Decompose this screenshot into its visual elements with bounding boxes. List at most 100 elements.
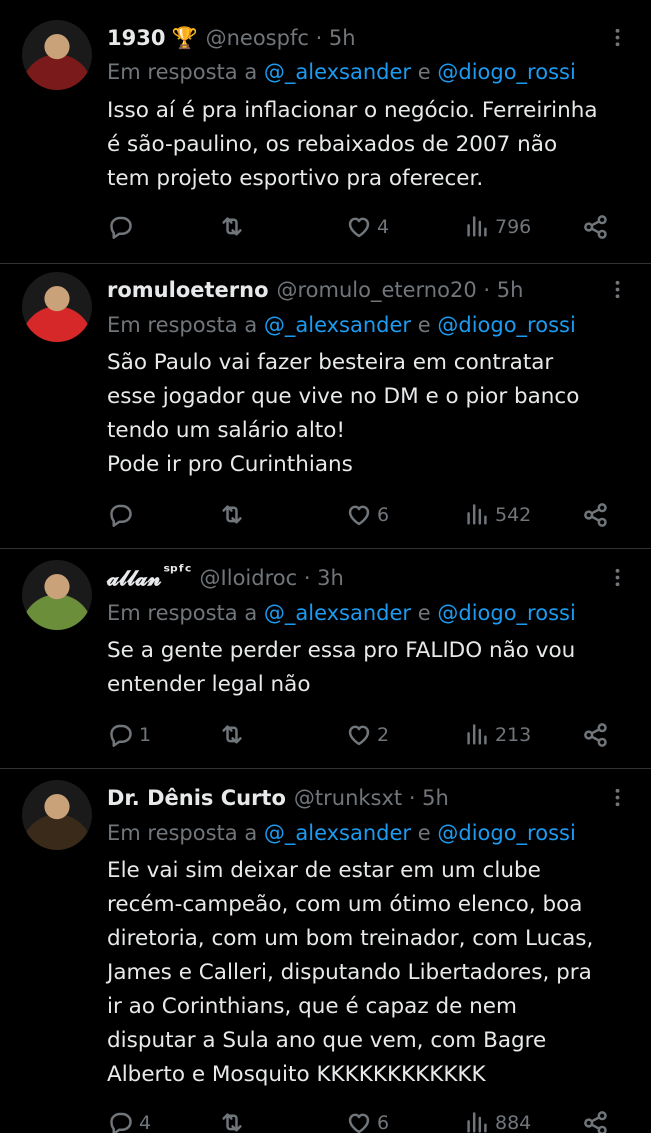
tweet-text-line: tendo um salário alto! bbox=[107, 418, 346, 443]
avatar[interactable] bbox=[22, 20, 92, 90]
reply-user-link[interactable]: @diogo_rossi bbox=[437, 313, 575, 337]
views-icon bbox=[467, 504, 487, 525]
likes-count: 4 bbox=[377, 216, 390, 238]
views-button[interactable]: 213 bbox=[463, 720, 531, 750]
tweet-text-line: esse jogador que vive no DM e o pior ban… bbox=[107, 384, 580, 409]
likes-count: 6 bbox=[377, 1112, 390, 1133]
author-name[interactable]: Dr. Dênis Curto bbox=[107, 786, 286, 810]
more-icon bbox=[615, 28, 620, 47]
retweet-icon bbox=[222, 1113, 242, 1132]
reply-user-link[interactable]: @_alexsander bbox=[264, 601, 411, 625]
tweet-text-line: James e Calleri, disputando Libertadores… bbox=[107, 960, 592, 985]
views-button[interactable]: 884 bbox=[463, 1108, 531, 1133]
likes-count: 2 bbox=[377, 724, 390, 746]
more-options-button[interactable] bbox=[606, 23, 630, 53]
author-handle[interactable]: @romulo_eterno20 · 5h bbox=[277, 278, 524, 302]
reply-icon bbox=[110, 1112, 132, 1133]
reply-and: e bbox=[417, 60, 431, 84]
reply-icon bbox=[110, 504, 132, 527]
author-name[interactable]: 1930 bbox=[107, 26, 165, 50]
author-handle[interactable]: @neospfc · 5h bbox=[206, 26, 356, 50]
author-badge: ˢᵖᶠᶜ bbox=[163, 562, 192, 582]
views-icon bbox=[467, 216, 487, 237]
reply-prefix: Em resposta a bbox=[107, 313, 264, 337]
retweet-button[interactable] bbox=[218, 500, 246, 530]
reply-button[interactable] bbox=[107, 212, 135, 242]
tweet-header: Dr. Dênis Curto @trunksxt · 5h bbox=[107, 782, 449, 814]
views-icon bbox=[467, 1112, 487, 1133]
share-button[interactable] bbox=[582, 720, 610, 750]
share-icon bbox=[584, 723, 607, 747]
tweet-text: Ele vai sim deixar de estar em um clube r… bbox=[107, 854, 637, 1092]
avatar[interactable] bbox=[22, 780, 92, 850]
share-icon bbox=[584, 503, 607, 527]
share-button[interactable] bbox=[582, 500, 610, 530]
reply-button[interactable]: 1 bbox=[107, 720, 151, 750]
more-options-button[interactable] bbox=[606, 275, 630, 305]
reply-user-link[interactable]: @diogo_rossi bbox=[437, 60, 575, 84]
share-button[interactable] bbox=[582, 1108, 610, 1133]
author-name[interactable]: 𝓪𝓵𝓵𝓪𝓷 bbox=[107, 566, 161, 591]
tweet-text-line: ir ao Corinthians, que é capaz de nem bbox=[107, 994, 517, 1019]
views-count: 796 bbox=[495, 216, 532, 238]
tweet-text-line: é são-paulino, os rebaixados de 2007 não bbox=[107, 132, 558, 157]
tweet-divider bbox=[0, 548, 651, 549]
tweet-divider bbox=[0, 263, 651, 264]
more-icon bbox=[615, 280, 620, 299]
tweet-header: 𝓪𝓵𝓵𝓪𝓷 ˢᵖᶠᶜ @Iloidroc · 3h bbox=[107, 562, 344, 594]
more-options-button[interactable] bbox=[606, 563, 630, 593]
views-button[interactable]: 796 bbox=[463, 212, 531, 242]
retweet-icon bbox=[222, 505, 242, 524]
tweet-text-line: tem projeto esportivo pra oferecer. bbox=[107, 166, 484, 191]
author-handle[interactable]: @trunksxt · 5h bbox=[294, 786, 449, 810]
share-button[interactable] bbox=[582, 212, 610, 242]
like-button[interactable]: 2 bbox=[345, 720, 389, 750]
reply-and: e bbox=[417, 821, 431, 845]
tweet-text: Se a gente perder essa pro FALIDO não vo… bbox=[107, 634, 637, 702]
reply-prefix: Em resposta a bbox=[107, 601, 264, 625]
reply-icon bbox=[110, 724, 132, 747]
more-icon bbox=[615, 788, 620, 807]
reply-icon bbox=[110, 216, 132, 239]
avatar[interactable] bbox=[22, 272, 92, 342]
reply-user-link[interactable]: @_alexsander bbox=[264, 313, 411, 337]
like-button[interactable]: 4 bbox=[345, 212, 389, 242]
like-icon bbox=[348, 725, 370, 746]
replies-count: 1 bbox=[139, 724, 152, 746]
views-count: 213 bbox=[495, 724, 532, 746]
like-icon bbox=[348, 505, 370, 526]
tweet-text-line: entender legal não bbox=[107, 672, 311, 697]
reply-user-link[interactable]: @_alexsander bbox=[264, 60, 411, 84]
tweet-text-line: São Paulo vai fazer besteira em contrata… bbox=[107, 350, 554, 375]
reply-user-link[interactable]: @_alexsander bbox=[264, 821, 411, 845]
reply-button[interactable] bbox=[107, 500, 135, 530]
views-button[interactable]: 542 bbox=[463, 500, 531, 530]
retweet-button[interactable] bbox=[218, 720, 246, 750]
tweet-text: Isso aí é pra inflacionar o negócio. Fer… bbox=[107, 94, 637, 196]
tweet-divider bbox=[0, 768, 651, 769]
more-options-button[interactable] bbox=[606, 783, 630, 813]
reply-context: Em resposta a @_alexsander e @diogo_ross… bbox=[107, 57, 576, 87]
like-button[interactable]: 6 bbox=[345, 500, 389, 530]
tweet-header: romuloeterno @romulo_eterno20 · 5h bbox=[107, 274, 523, 306]
reply-context: Em resposta a @_alexsander e @diogo_ross… bbox=[107, 598, 576, 628]
retweet-button[interactable] bbox=[218, 1108, 246, 1133]
avatar[interactable] bbox=[22, 560, 92, 630]
retweet-button[interactable] bbox=[218, 212, 246, 242]
retweet-icon bbox=[222, 725, 242, 744]
reply-context: Em resposta a @_alexsander e @diogo_ross… bbox=[107, 310, 576, 340]
views-count: 542 bbox=[495, 504, 532, 526]
reply-user-link[interactable]: @diogo_rossi bbox=[437, 601, 575, 625]
reply-user-link[interactable]: @diogo_rossi bbox=[437, 821, 575, 845]
tweet-text-line: Isso aí é pra inflacionar o negócio. Fer… bbox=[107, 98, 598, 123]
author-badge: 🏆 bbox=[171, 25, 198, 50]
reply-and: e bbox=[417, 313, 431, 337]
reply-button[interactable]: 4 bbox=[107, 1108, 151, 1133]
reply-prefix: Em resposta a bbox=[107, 821, 264, 845]
retweet-icon bbox=[222, 217, 242, 236]
like-button[interactable]: 6 bbox=[345, 1108, 389, 1133]
author-handle[interactable]: @Iloidroc · 3h bbox=[200, 566, 344, 590]
tweet-text-line: Se a gente perder essa pro FALIDO não vo… bbox=[107, 638, 576, 663]
author-name[interactable]: romuloeterno bbox=[107, 278, 269, 302]
tweet-text-line: diretoria, com um bom treinador, com Luc… bbox=[107, 926, 594, 951]
